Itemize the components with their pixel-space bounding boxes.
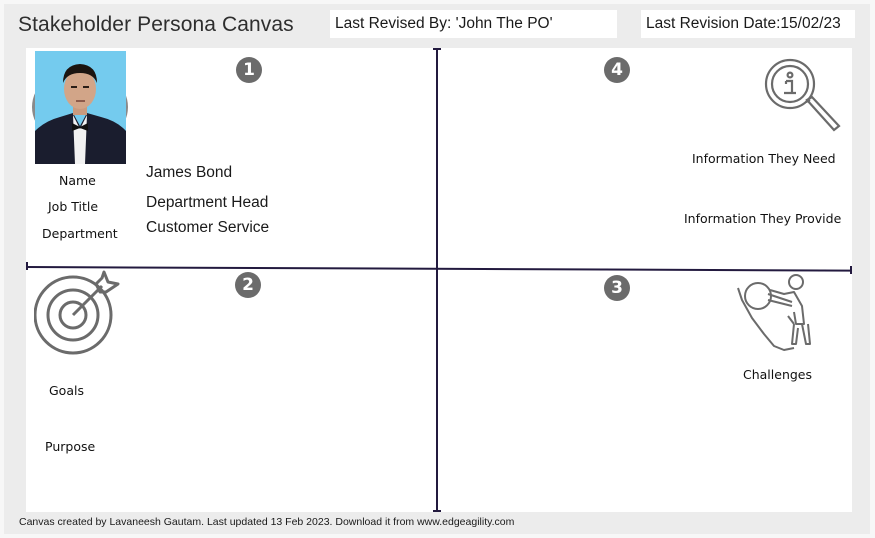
footer-credit: Canvas created by Lavaneesh Gautam. Last… [19,516,515,528]
persona-canvas [26,48,852,512]
name-label: Name [59,173,96,188]
vertical-axis-cap-bottom [433,510,441,512]
challenges-label: Challenges [743,367,813,382]
portrait-illustration [35,51,126,164]
quadrant-number-badge: 2 [235,272,261,298]
horizontal-axis-cap-left [26,262,28,270]
horizontal-axis-cap-right [850,266,852,274]
vertical-axis-cap-top [433,48,441,50]
last-revision-date-field[interactable]: Last Revision Date:15/02/23 [641,10,855,38]
quadrant-number-badge: 3 [604,275,630,301]
goals-label: Goals [49,383,84,398]
information-they-need-label: Information They Need [692,151,836,166]
quadrant-number-badge: 4 [604,57,630,83]
info-search-icon [764,58,841,132]
target-icon [34,270,120,355]
job-title-value[interactable]: Department Head [146,194,268,212]
quadrant-number-badge: 1 [236,57,262,83]
portrait-photo [35,51,126,164]
challenge-icon [737,274,811,351]
department-label: Department [42,226,118,241]
information-they-provide-label: Information They Provide [684,211,842,226]
job-title-label: Job Title [48,199,99,214]
name-value[interactable]: James Bond [146,164,232,182]
last-revised-by-field[interactable]: Last Revised By: 'John The PO' [330,10,617,38]
vertical-axis [436,48,438,512]
page-title: Stakeholder Persona Canvas [18,13,294,36]
purpose-label: Purpose [45,439,96,454]
department-value[interactable]: Customer Service [146,219,269,237]
persona-photo[interactable] [32,51,128,164]
